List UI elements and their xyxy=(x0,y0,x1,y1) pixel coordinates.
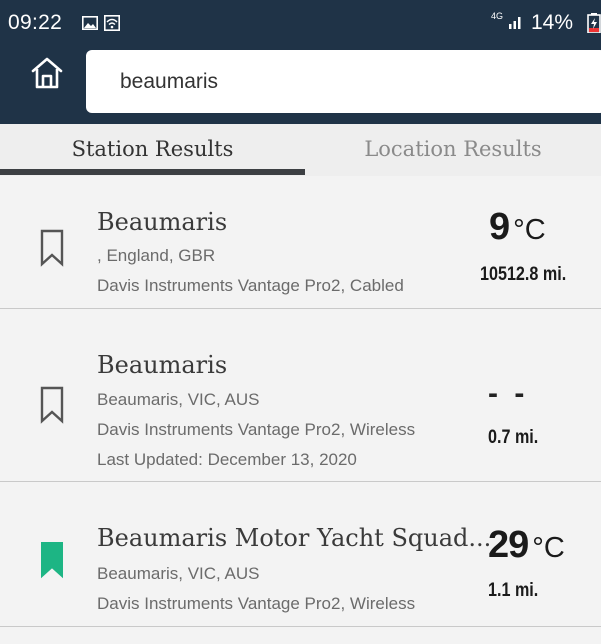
temperature-unit: °C xyxy=(513,214,546,246)
temperature-value: 9 xyxy=(489,206,510,248)
distance: 1.1 mi. xyxy=(488,580,539,601)
station-location: , England, GBR xyxy=(97,246,216,265)
home-button[interactable] xyxy=(26,52,68,94)
signal-icon xyxy=(509,17,521,29)
bookmark-outline-icon[interactable] xyxy=(38,228,66,268)
image-icon xyxy=(82,16,98,30)
station-result-row[interactable]: Beaumaris , England, GBR Davis Instrumen… xyxy=(0,176,601,308)
network-type: 4G xyxy=(490,11,503,21)
status-time: 09:22 xyxy=(8,11,63,34)
temperature-value: 29 xyxy=(488,524,529,566)
station-name: Beaumaris xyxy=(97,208,228,236)
temperature-unit: °C xyxy=(532,532,565,564)
home-icon xyxy=(31,57,63,89)
station-device: Davis Instruments Vantage Pro2, Wireless xyxy=(97,594,416,613)
bookmark-outline-icon[interactable] xyxy=(38,385,66,425)
station-result-row[interactable]: Beaumaris Beaumaris, VIC, AUS Davis Inst… xyxy=(0,309,601,481)
distance: 0.7 mi. xyxy=(488,427,539,448)
battery-charging-icon xyxy=(587,13,601,33)
station-device: Davis Instruments Vantage Pro2, Wireless xyxy=(97,420,416,439)
battery-percentage: 14% xyxy=(531,11,574,34)
station-location: Beaumaris, VIC, AUS xyxy=(97,564,260,583)
station-location: Beaumaris, VIC, AUS xyxy=(97,390,260,409)
station-name: Beaumaris xyxy=(97,351,228,379)
temperature-reading: 29 °C xyxy=(488,524,565,567)
tab-location-results[interactable]: Location Results xyxy=(305,124,601,176)
distance: 10512.8 mi. xyxy=(480,264,567,285)
app-header: 09:22 4G 14% xyxy=(0,0,601,124)
station-name: Beaumaris Motor Yacht Squad... xyxy=(97,524,492,552)
status-bar: 09:22 4G 14% xyxy=(0,0,601,44)
search-input[interactable] xyxy=(86,50,601,113)
bookmark-filled-icon[interactable] xyxy=(38,540,66,580)
temperature-reading: 9 °C xyxy=(489,206,546,249)
station-device: Davis Instruments Vantage Pro2, Cabled xyxy=(97,276,404,295)
last-updated: Last Updated: December 13, 2020 xyxy=(97,450,357,469)
divider xyxy=(0,626,601,627)
temperature-unavailable: - - xyxy=(488,377,529,410)
station-result-row[interactable]: Beaumaris Motor Yacht Squad... Beaumaris… xyxy=(0,482,601,626)
wifi-icon xyxy=(104,15,120,31)
active-tab-indicator xyxy=(0,169,305,175)
